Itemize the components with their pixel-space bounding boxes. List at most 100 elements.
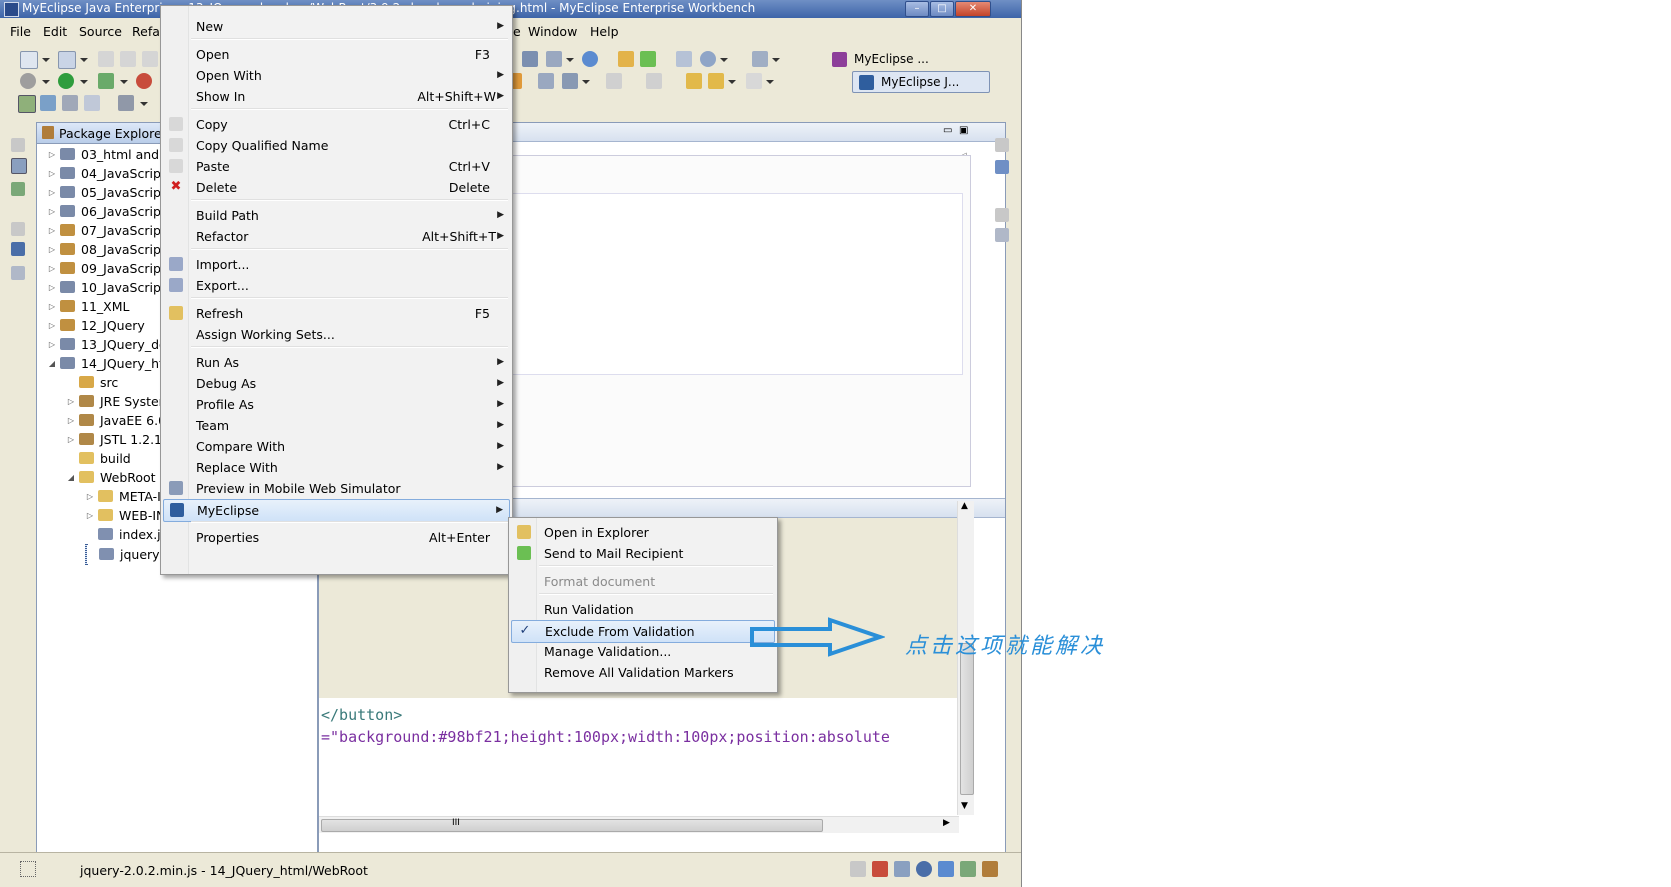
restore-icon[interactable] xyxy=(850,861,866,877)
chevron-down-icon[interactable] xyxy=(766,80,774,84)
chevron-down-icon[interactable] xyxy=(582,80,590,84)
scroll-down-icon[interactable]: ▼ xyxy=(961,801,968,811)
menu-item-open-with[interactable]: Open With ▶ xyxy=(163,65,510,86)
add-icon[interactable] xyxy=(640,51,656,67)
plugin-icon[interactable] xyxy=(982,861,998,877)
deploy-icon[interactable] xyxy=(546,51,562,67)
web-icon[interactable] xyxy=(676,51,692,67)
menu-item-import[interactable]: Import... xyxy=(163,254,510,275)
perspective-myeclipse-java[interactable]: MyEclipse J... xyxy=(852,71,990,93)
twisty-icon[interactable]: ◢ xyxy=(47,354,57,373)
minimize-button[interactable]: – xyxy=(905,1,929,17)
restore-icon[interactable] xyxy=(11,138,25,152)
menu-item-compare-with[interactable]: Compare With ▶ xyxy=(163,436,510,457)
menu-item-assign-working-sets[interactable]: Assign Working Sets... xyxy=(163,324,510,345)
horizontal-scrollbar[interactable]: III ▶ xyxy=(319,816,959,833)
external-tools-icon[interactable] xyxy=(98,73,114,89)
twisty-icon[interactable]: ▷ xyxy=(47,259,57,278)
image-icon[interactable] xyxy=(62,95,78,111)
servers-icon[interactable] xyxy=(916,861,932,877)
debug-icon[interactable] xyxy=(20,73,36,89)
fast-view-icon[interactable] xyxy=(20,861,36,877)
run-icon[interactable] xyxy=(58,73,74,89)
menu-item-copy[interactable]: Copy Ctrl+C xyxy=(163,114,510,135)
chevron-down-icon[interactable] xyxy=(728,80,736,84)
console-icon[interactable] xyxy=(938,861,954,877)
tasks-icon[interactable] xyxy=(894,861,910,877)
maximize-view-icon[interactable]: ▣ xyxy=(959,125,968,136)
submenu-item-run-validation[interactable]: Run Validation xyxy=(511,599,775,620)
submenu-item-send-to-mail-recipient[interactable]: Send to Mail Recipient xyxy=(511,543,775,564)
properties-view-icon[interactable] xyxy=(995,228,1009,242)
layout-icon[interactable] xyxy=(18,95,36,113)
chevron-down-icon[interactable] xyxy=(120,80,128,84)
twisty-icon[interactable]: ▷ xyxy=(47,335,57,354)
menu-item-preview-in-mobile-web-simulator[interactable]: Preview in Mobile Web Simulator xyxy=(163,478,510,499)
submenu-item-exclude-from-validation[interactable]: ✓ Exclude From Validation xyxy=(511,620,775,643)
twisty-icon[interactable]: ▷ xyxy=(47,145,57,164)
menu-item-team[interactable]: Team ▶ xyxy=(163,415,510,436)
chevron-down-icon[interactable] xyxy=(566,58,574,62)
outline-icon[interactable] xyxy=(11,182,25,196)
restore-icon[interactable] xyxy=(995,208,1009,222)
next-annotation-icon[interactable] xyxy=(606,73,622,89)
back-icon[interactable] xyxy=(686,73,702,89)
menu-item-copy-qualified-name[interactable]: Copy Qualified Name xyxy=(163,135,510,156)
chevron-down-icon[interactable] xyxy=(42,80,50,84)
twisty-icon[interactable]: ▷ xyxy=(85,506,95,525)
console-icon[interactable] xyxy=(11,242,25,256)
chevron-down-icon[interactable] xyxy=(80,80,88,84)
tree-item[interactable]: jquery-2.0.2.min.js xyxy=(85,544,237,565)
search-icon[interactable] xyxy=(700,51,716,67)
save-icon[interactable] xyxy=(98,51,114,67)
menu-item-new[interactable]: New ▶ xyxy=(163,16,510,37)
outline-view-icon[interactable] xyxy=(995,160,1009,174)
menu-item-refresh[interactable]: Refresh F5 xyxy=(163,303,510,324)
scroll-up-icon[interactable]: ▲ xyxy=(961,501,968,511)
twisty-icon[interactable]: ◢ xyxy=(66,468,76,487)
menu-item-replace-with[interactable]: Replace With ▶ xyxy=(163,457,510,478)
panel-icon[interactable] xyxy=(84,95,100,111)
arrow-left-icon[interactable] xyxy=(708,73,724,89)
twisty-icon[interactable]: ▷ xyxy=(47,297,57,316)
arrow-right-icon[interactable] xyxy=(746,73,762,89)
menu-item-build-path[interactable]: Build Path ▶ xyxy=(163,205,510,226)
menu-item-delete[interactable]: ✖ Delete Delete xyxy=(163,177,510,198)
scroll-right-icon[interactable]: ▶ xyxy=(943,818,950,828)
problems-icon[interactable] xyxy=(11,266,25,280)
twisty-icon[interactable]: ▷ xyxy=(47,202,57,221)
menu-item-open[interactable]: Open F3 xyxy=(163,44,510,65)
horizontal-scroll-thumb[interactable]: III xyxy=(321,818,823,832)
menu-edit[interactable]: Edit xyxy=(43,24,67,39)
menu-item-paste[interactable]: Paste Ctrl+V xyxy=(163,156,510,177)
hierarchy-icon[interactable] xyxy=(11,158,27,174)
menu-item-debug-as[interactable]: Debug As ▶ xyxy=(163,373,510,394)
format-icon[interactable] xyxy=(118,95,134,111)
menu-source[interactable]: Source xyxy=(79,24,122,39)
menu-file[interactable]: File xyxy=(10,24,31,39)
twisty-icon[interactable]: ▷ xyxy=(47,278,57,297)
stop-icon[interactable] xyxy=(136,73,152,89)
chevron-down-icon[interactable] xyxy=(42,58,50,62)
open-folder-icon[interactable] xyxy=(618,51,634,67)
chevron-down-icon[interactable] xyxy=(720,58,728,62)
chevron-down-icon[interactable] xyxy=(80,58,88,62)
menu-item-properties[interactable]: Properties Alt+Enter xyxy=(163,527,510,548)
save-all-icon[interactable] xyxy=(120,51,136,67)
chevron-down-icon[interactable] xyxy=(140,102,148,106)
restore-icon[interactable] xyxy=(995,138,1009,152)
menu-item-show-in[interactable]: Show In Alt+Shift+W ▶ xyxy=(163,86,510,107)
menu-window[interactable]: Window xyxy=(528,24,577,39)
split-icon[interactable] xyxy=(40,95,56,111)
close-button[interactable]: ✕ xyxy=(955,1,991,17)
print-icon[interactable] xyxy=(142,51,158,67)
minimize-view-icon[interactable]: ▭ xyxy=(943,125,952,136)
twisty-icon[interactable]: ▷ xyxy=(66,430,76,449)
menu-item-myeclipse[interactable]: MyEclipse ▶ xyxy=(163,499,510,522)
vertical-scroll-thumb[interactable] xyxy=(960,643,974,795)
twisty-icon[interactable]: ▷ xyxy=(47,164,57,183)
restore-icon[interactable] xyxy=(11,222,25,236)
search-view-icon[interactable] xyxy=(960,861,976,877)
menu-partial[interactable]: e xyxy=(513,24,521,39)
prev-annotation-icon[interactable] xyxy=(646,73,662,89)
